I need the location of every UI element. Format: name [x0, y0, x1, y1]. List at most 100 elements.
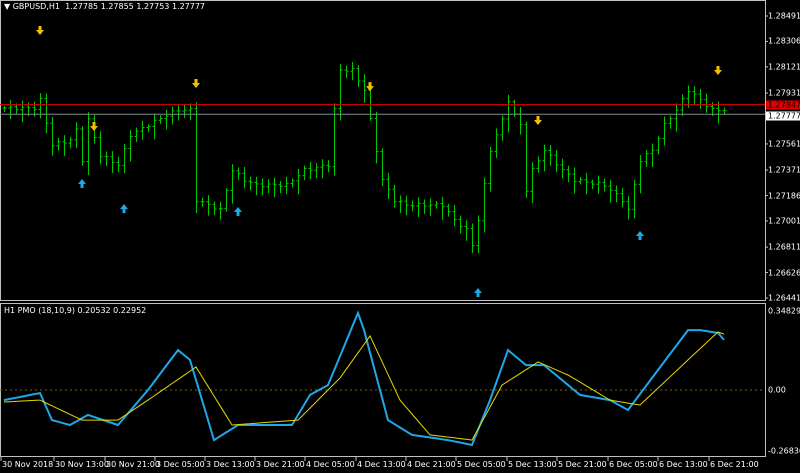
price-bar: [566, 165, 571, 183]
price-bar: [158, 115, 163, 124]
price-bar: [458, 215, 463, 234]
price-bar: [260, 178, 265, 196]
price-bar: [650, 143, 655, 168]
price-bar: [104, 151, 109, 167]
time-tick-label: 3 Dec 21:00: [256, 460, 305, 469]
down-arrow-icon: [36, 25, 44, 35]
price-bar: [626, 195, 631, 220]
price-bar: [614, 185, 619, 203]
time-tick-label: 4 Dec 21:00: [407, 460, 456, 469]
time-tick-label: 5 Dec 21:00: [558, 460, 607, 469]
time-tick-label: 6 Dec 21:00: [710, 460, 759, 469]
price-bar: [314, 163, 319, 179]
price-bar: [494, 128, 499, 158]
up-arrow-icon: [234, 206, 242, 216]
price-bar: [422, 199, 427, 214]
price-bar: [122, 143, 127, 174]
price-bar: [542, 144, 547, 172]
price-bar: [374, 111, 379, 164]
price-bar: [56, 137, 61, 151]
collapse-triangle-icon[interactable]: ▼: [4, 2, 10, 11]
price-bar: [680, 94, 685, 116]
ask-price-tag: 1.27847: [766, 100, 800, 110]
price-bar: [182, 104, 187, 118]
price-tick-label: 1.27931: [768, 88, 800, 98]
down-arrow-icon: [366, 82, 374, 92]
price-bar: [152, 113, 157, 140]
price-bar: [224, 188, 229, 212]
price-bar: [440, 196, 445, 221]
price-bar: [272, 177, 277, 198]
price-bar: [644, 150, 649, 167]
price-tick-label: 1.28306: [768, 36, 800, 46]
price-bar: [338, 64, 343, 121]
time-tick-label: 30 Nov 2018: [2, 460, 54, 469]
down-arrow-icon: [534, 116, 542, 126]
time-tick-label: 5 Dec 05:00: [457, 460, 506, 469]
price-bar: [254, 176, 259, 196]
price-tick-label: 1.28121: [768, 62, 800, 72]
price-bar: [296, 168, 301, 195]
price-bar: [386, 172, 391, 199]
price-bar: [50, 116, 55, 156]
price-bar: [242, 167, 247, 189]
price-bar: [668, 115, 673, 129]
bid-price-tag: 1.27777: [766, 111, 800, 121]
time-tick-label: 3 Dec 13:00: [206, 460, 255, 469]
price-bar: [584, 172, 589, 195]
time-tick-label: 6 Dec 05:00: [609, 460, 658, 469]
price-bar: [524, 121, 529, 198]
price-bar: [164, 109, 169, 130]
price-bars: [2, 61, 727, 254]
symbol-label: GBPUSD,H1: [12, 2, 60, 11]
price-bar: [476, 215, 481, 254]
price-bar: [530, 161, 535, 204]
time-tick-label: 3 Dec 05:00: [156, 460, 205, 469]
price-bar: [698, 88, 703, 109]
chart-canvas[interactable]: [0, 0, 800, 473]
price-bar: [200, 197, 205, 207]
price-bar: [428, 198, 433, 217]
price-bar: [230, 164, 235, 204]
price-bar: [446, 203, 451, 217]
price-bar: [320, 159, 325, 179]
pmo-line: [3, 310, 725, 447]
down-arrow-icon: [90, 121, 98, 131]
price-bar: [500, 115, 505, 141]
price-bar: [410, 200, 415, 212]
price-bar: [74, 122, 79, 149]
price-bar: [692, 86, 697, 105]
price-bar: [2, 105, 7, 113]
price-bar: [68, 137, 73, 149]
price-tick-label: 1.28491: [768, 11, 800, 21]
time-tick-label: 4 Dec 05:00: [306, 460, 355, 469]
price-bar: [482, 177, 487, 233]
price-bar: [302, 165, 307, 181]
price-tick-label: 1.27371: [768, 165, 800, 175]
price-tick-label: 1.26441: [768, 293, 800, 303]
ohlc-values: 1.27785 1.27855 1.27753 1.27777: [65, 2, 206, 11]
down-arrow-icon: [192, 79, 200, 89]
price-bar: [8, 99, 13, 120]
price-bar: [344, 65, 349, 78]
price-bar: [656, 136, 661, 155]
price-bar: [362, 74, 367, 103]
price-bar: [596, 175, 601, 194]
time-tick-label: 30 Nov 13:00: [55, 460, 109, 469]
price-bar: [212, 201, 217, 215]
price-bar: [560, 158, 565, 179]
price-bar: [662, 116, 667, 146]
price-bar: [62, 135, 67, 156]
price-bar: [86, 112, 91, 176]
time-tick-label: 6 Dec 13:00: [659, 460, 708, 469]
price-bar: [278, 181, 283, 194]
price-bar: [578, 176, 583, 185]
price-bar: [266, 179, 271, 194]
time-tick-label: 30 Nov 21:00: [106, 460, 160, 469]
price-tick-label: 1.27001: [768, 216, 800, 226]
price-bar: [44, 93, 49, 134]
chart-header: ▼ GBPUSD,H1 1.27785 1.27855 1.27753 1.27…: [4, 2, 205, 11]
price-bar: [536, 156, 541, 173]
price-bar: [218, 201, 223, 220]
price-bar: [590, 179, 595, 190]
